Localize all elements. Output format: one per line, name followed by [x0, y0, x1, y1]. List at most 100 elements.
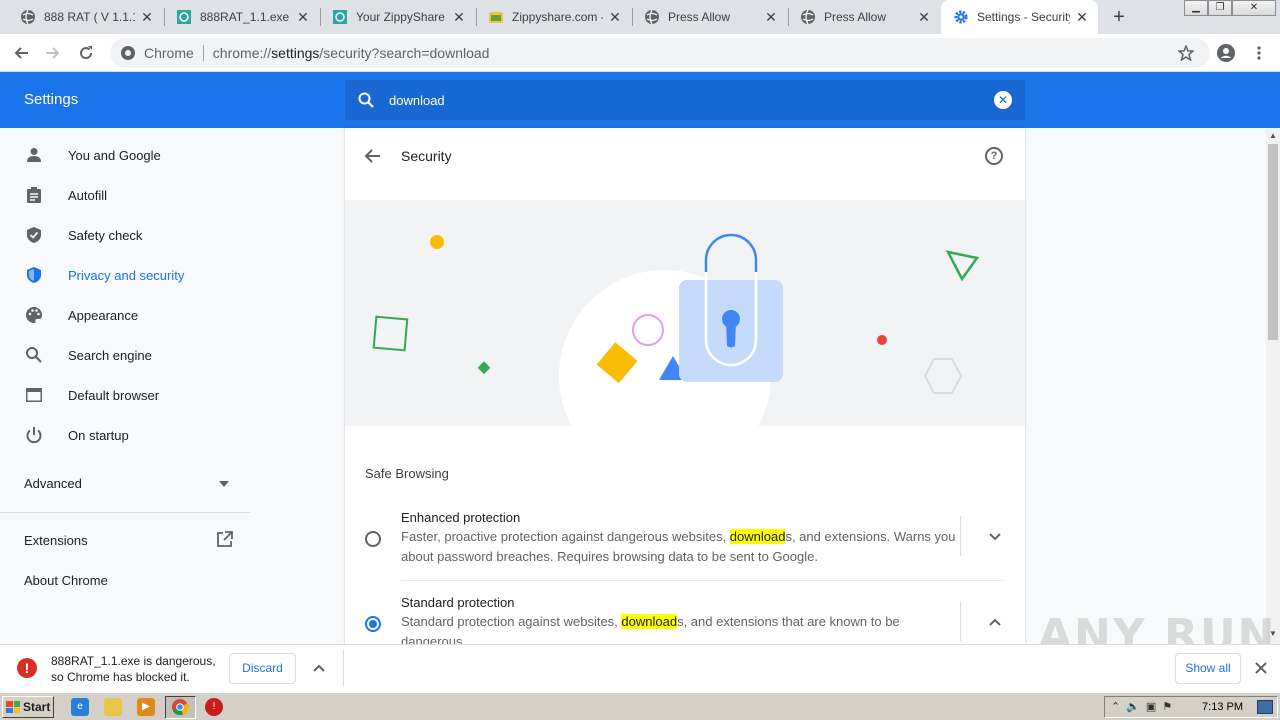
- url-path: /security?search=download: [319, 45, 490, 61]
- security-app-icon[interactable]: !: [205, 698, 223, 716]
- search-icon: [24, 345, 44, 365]
- option-separator: [401, 580, 1005, 581]
- arrow-back-icon[interactable]: [363, 146, 383, 166]
- close-icon[interactable]: ✕: [139, 9, 155, 25]
- download-warning-text: 888RAT_1.1.exe is dangerous, so Chrome h…: [51, 653, 216, 685]
- forward-button[interactable]: [41, 41, 65, 65]
- close-icon[interactable]: ✕: [295, 9, 311, 25]
- extensions-label: Extensions: [24, 533, 88, 548]
- sidebar-item-label: Autofill: [68, 187, 108, 203]
- start-button[interactable]: Start: [2, 696, 54, 718]
- sidebar-advanced[interactable]: Advanced: [24, 476, 234, 491]
- shield-check-icon: [24, 225, 44, 245]
- window-close-button[interactable]: ✕: [1232, 0, 1276, 16]
- open-in-new-icon: [217, 531, 233, 547]
- warning-icon: !: [17, 658, 37, 678]
- sidebar-item-on-startup[interactable]: On startup: [0, 415, 250, 455]
- tab[interactable]: 888 RAT ( V 1.1.1) ✕: [8, 0, 163, 34]
- scroll-up-icon[interactable]: ▲: [1269, 132, 1277, 140]
- lock-illustration: [372, 233, 980, 426]
- new-tab-button[interactable]: +: [1107, 5, 1131, 29]
- option-enhanced-protection[interactable]: Enhanced protection Faster, proactive pr…: [345, 510, 1025, 580]
- option-divider: [960, 516, 961, 556]
- sidebar-item-label: Default browser: [68, 387, 160, 403]
- tab[interactable]: Zippyshare.com - 8 ✕: [476, 0, 631, 34]
- option-description: Standard protection against websites, do…: [401, 612, 956, 644]
- gear-icon: [953, 9, 969, 25]
- caret-down-icon: [219, 481, 229, 487]
- address-bar[interactable]: Chrome chrome://settings/security?search…: [110, 38, 1210, 68]
- close-icon[interactable]: ✕: [763, 9, 779, 25]
- sidebar-item-you-and-google[interactable]: You and Google: [0, 135, 250, 175]
- reload-icon: [80, 46, 93, 60]
- page-scrollbar[interactable]: ▲ ▼: [1266, 128, 1280, 644]
- show-all-button[interactable]: Show all: [1175, 653, 1241, 684]
- tab[interactable]: Press Allow ✕: [632, 0, 787, 34]
- chevron-up-icon[interactable]: [988, 615, 1002, 629]
- search-input[interactable]: download: [389, 93, 994, 108]
- tab-active[interactable]: Settings - Security ✕: [941, 0, 1098, 34]
- sidebar-item-label: You and Google: [68, 147, 161, 163]
- sidebar-item-privacy-and-security[interactable]: Privacy and security: [0, 255, 250, 295]
- browser-toolbar: Chrome chrome://settings/security?search…: [0, 34, 1280, 72]
- maximize-button[interactable]: ❐: [1208, 0, 1232, 16]
- chevron-down-icon[interactable]: [988, 530, 1002, 544]
- star-icon: [1178, 45, 1194, 61]
- help-icon[interactable]: ?: [985, 147, 1003, 165]
- back-button[interactable]: [9, 41, 33, 65]
- sidebar-item-label: Safety check: [68, 227, 143, 243]
- internet-explorer-icon[interactable]: e: [71, 698, 89, 716]
- sidebar-item-autofill[interactable]: Autofill: [0, 175, 250, 215]
- sidebar-item-default-browser[interactable]: Default browser: [0, 375, 250, 415]
- folder-icon[interactable]: [104, 698, 122, 716]
- scrollbar-thumb[interactable]: [1268, 144, 1278, 340]
- system-tray: ⌃🔈▣⚑ 7:13 PM: [1104, 696, 1278, 718]
- radio-enhanced[interactable]: [365, 531, 381, 547]
- download-shelf: ! 888RAT_1.1.exe is dangerous, so Chrome…: [0, 644, 1280, 691]
- close-icon[interactable]: ✕: [451, 9, 467, 25]
- menu-button[interactable]: [1247, 41, 1271, 65]
- close-icon[interactable]: ✕: [1074, 9, 1090, 25]
- option-label: Standard protection: [401, 595, 515, 610]
- tab[interactable]: Press Allow ✕: [788, 0, 940, 34]
- option-standard-protection[interactable]: Standard protection Standard protection …: [345, 595, 1025, 644]
- site-label: Chrome: [144, 45, 194, 61]
- sidebar-item-search-engine[interactable]: Search engine: [0, 335, 250, 375]
- sidebar-about-chrome[interactable]: About Chrome: [24, 573, 108, 588]
- zippyshare-icon: [176, 9, 192, 25]
- reload-button[interactable]: [74, 41, 98, 65]
- show-desktop-icon[interactable]: [1257, 700, 1273, 714]
- tab[interactable]: 888RAT_1.1.exe - ✕: [164, 0, 319, 34]
- sidebar-item-label: Appearance: [68, 307, 139, 323]
- clear-search-icon[interactable]: ✕: [994, 91, 1012, 109]
- sidebar-item-appearance[interactable]: Appearance: [0, 295, 250, 335]
- discard-button[interactable]: Discard: [229, 653, 296, 684]
- close-icon[interactable]: ✕: [607, 9, 623, 25]
- zippyshare-icon: [332, 9, 348, 25]
- settings-search[interactable]: download ✕: [345, 80, 1025, 120]
- tab-title: Settings - Security: [977, 10, 1070, 24]
- minimize-button[interactable]: ▁: [1184, 0, 1208, 16]
- warning-line: 888RAT_1.1.exe is dangerous,: [51, 654, 216, 668]
- sidebar-item-safety-check[interactable]: Safety check: [0, 215, 250, 255]
- close-icon[interactable]: [1254, 661, 1268, 675]
- url-text: chrome://settings/security?search=downlo…: [213, 45, 490, 61]
- sidebar-extensions[interactable]: Extensions: [24, 531, 234, 548]
- tray-icons: ⌃🔈▣⚑: [1111, 701, 1179, 713]
- desc-text: Standard protection against websites,: [401, 614, 622, 629]
- tab[interactable]: Your ZippyShare Li ✕: [320, 0, 475, 34]
- chrome-icon: [172, 699, 189, 716]
- settings-header: Settings download ✕: [0, 72, 1280, 128]
- profile-button[interactable]: [1214, 41, 1238, 65]
- chevron-up-icon[interactable]: [312, 661, 326, 675]
- media-player-icon[interactable]: ▶: [137, 698, 155, 716]
- settings-sidebar: You and Google Autofill Safety check Pri…: [0, 128, 250, 644]
- person-icon: [24, 145, 44, 165]
- bookmark-star-button[interactable]: [1174, 41, 1198, 65]
- sidebar-item-label: Search engine: [68, 347, 152, 363]
- close-icon[interactable]: ✕: [916, 9, 932, 25]
- omnibox-divider: [202, 45, 204, 61]
- radio-standard[interactable]: [365, 616, 381, 632]
- url-scheme: chrome://: [212, 45, 272, 61]
- sidebar-item-label: On startup: [68, 427, 129, 443]
